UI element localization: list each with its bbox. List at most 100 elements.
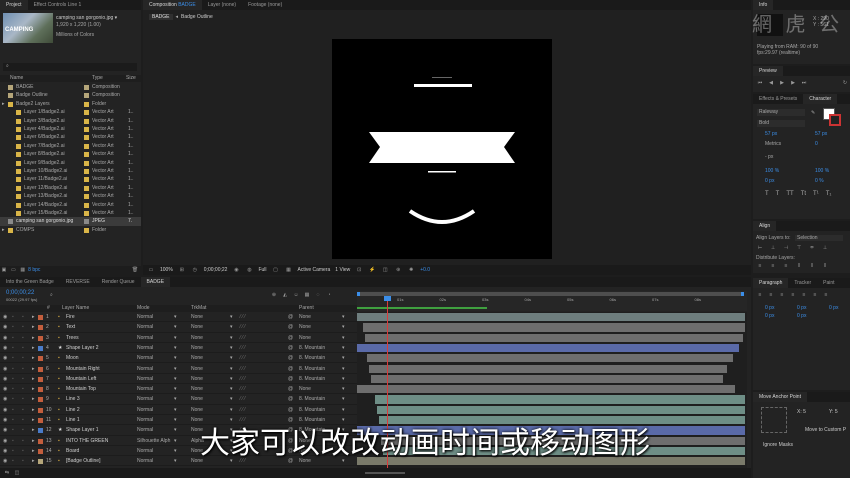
visibility-eye-icon[interactable]: ◉ bbox=[3, 405, 7, 414]
project-item[interactable]: Layer 10/Badge2.ai Vector Art 1.. bbox=[0, 167, 141, 175]
chevron-down-icon[interactable]: ▾ bbox=[342, 374, 345, 383]
pickwhip-icon[interactable]: @ bbox=[288, 364, 293, 373]
layer-label-color[interactable] bbox=[38, 397, 43, 403]
last-frame-icon[interactable]: ⏭ bbox=[800, 79, 808, 87]
layer-switches[interactable]: ⁄ ⁄ ⁄ bbox=[240, 364, 245, 373]
label-color-swatch[interactable] bbox=[84, 135, 89, 141]
layer-duration-bar[interactable] bbox=[375, 395, 745, 404]
layer-trkmat-select[interactable]: None bbox=[191, 312, 203, 321]
distribute-hcenter-icon[interactable]: ‖ bbox=[808, 262, 816, 270]
color-channel-icon[interactable]: ◍ bbox=[245, 266, 253, 274]
label-color-swatch[interactable] bbox=[84, 177, 89, 183]
tab-paragraph[interactable]: Paragraph bbox=[753, 278, 789, 288]
pickwhip-icon[interactable]: @ bbox=[288, 353, 293, 362]
layer-duration-bar[interactable] bbox=[363, 323, 745, 332]
para-align-left-icon[interactable]: ≡ bbox=[756, 291, 764, 299]
layer-row[interactable]: ◉ ▪ ▪ ▸ 3 ▪ Trees Normal ▾ None ▾ ⁄ ⁄ ⁄ @ None ▾ bbox=[0, 333, 357, 343]
timeline-icon[interactable]: ◫ bbox=[381, 266, 389, 274]
shy-icon[interactable]: ☺ bbox=[292, 291, 300, 299]
leading-field[interactable]: 57 px bbox=[815, 131, 827, 137]
layer-name[interactable]: Line 3 bbox=[66, 394, 80, 403]
visibility-eye-icon[interactable]: ◉ bbox=[3, 364, 7, 373]
layer-name[interactable]: Mountain Top bbox=[66, 384, 96, 393]
layer-duration-bar[interactable] bbox=[357, 385, 735, 394]
para-justify-center-icon[interactable]: ≡ bbox=[800, 291, 808, 299]
project-item[interactable]: BADGE Composition bbox=[0, 83, 141, 91]
zoom-slider[interactable] bbox=[365, 472, 405, 474]
camera-icon[interactable]: ◉ bbox=[232, 266, 240, 274]
layer-mode-select[interactable]: Normal bbox=[137, 374, 153, 383]
label-color-swatch[interactable] bbox=[84, 101, 89, 107]
toggle-pixel-icon[interactable]: ⊡ bbox=[355, 266, 363, 274]
project-item[interactable]: ▸ Badge2 Layers Folder bbox=[0, 100, 141, 108]
lock-icon[interactable]: ▪ bbox=[22, 333, 24, 342]
baseline-shift-field[interactable]: 0 px bbox=[765, 178, 774, 184]
tab-align[interactable]: Align bbox=[753, 221, 777, 231]
snapshot-icon[interactable]: ◷ bbox=[191, 266, 199, 274]
flowchart-icon[interactable]: ⊕ bbox=[394, 266, 402, 274]
layer-label-color[interactable] bbox=[38, 325, 43, 331]
chevron-down-icon[interactable]: ▾ bbox=[230, 322, 233, 331]
chevron-down-icon[interactable]: ▾ bbox=[342, 364, 345, 373]
solo-icon[interactable]: ▪ bbox=[12, 312, 14, 321]
new-folder-icon[interactable]: ▭ bbox=[9, 266, 17, 274]
eyedropper-icon[interactable]: ✎ bbox=[811, 110, 815, 116]
align-right-icon[interactable]: ⊣ bbox=[782, 244, 790, 252]
tab-preview[interactable]: Preview bbox=[753, 66, 783, 76]
col-parent[interactable]: Parent bbox=[299, 305, 314, 311]
text-style-button[interactable]: T bbox=[765, 191, 769, 197]
lock-icon[interactable]: ▪ bbox=[22, 384, 24, 393]
expand-layer-arrow-icon[interactable]: ▸ bbox=[32, 364, 35, 373]
layer-row[interactable]: ◉ ▪ ▪ ▸ 8 ▪ Mountain Top Normal ▾ None ▾ ⁄ ⁄ ⁄ @ None… bbox=[0, 384, 357, 395]
tab-footage[interactable]: Footage (none) bbox=[242, 0, 288, 10]
layer-trkmat-select[interactable]: None bbox=[191, 405, 203, 414]
layer-name[interactable]: Moon bbox=[66, 353, 79, 362]
text-style-button[interactable]: Tt bbox=[801, 191, 806, 197]
solo-icon[interactable]: ▪ bbox=[12, 364, 14, 373]
timeline-tab[interactable]: Into the Green Badge bbox=[0, 277, 60, 287]
chevron-down-icon[interactable]: ▾ bbox=[174, 405, 177, 414]
project-item[interactable]: Badge Outline Composition bbox=[0, 91, 141, 99]
tab-character[interactable]: Character bbox=[803, 94, 838, 104]
project-item[interactable]: Layer 3/Badge2.ai Vector Art 1.. bbox=[0, 117, 141, 125]
breadcrumb-badge-outline[interactable]: Badge Outline bbox=[181, 14, 213, 20]
expand-layer-arrow-icon[interactable]: ▸ bbox=[32, 333, 35, 342]
visibility-eye-icon[interactable]: ◉ bbox=[3, 384, 7, 393]
col-name[interactable]: Name bbox=[10, 75, 23, 81]
lock-icon[interactable]: ▪ bbox=[22, 312, 24, 321]
kerning-field[interactable]: Metrics bbox=[765, 141, 781, 147]
expand-layer-arrow-icon[interactable]: ▸ bbox=[32, 374, 35, 383]
space-after-field[interactable]: 0 px bbox=[797, 313, 806, 319]
text-style-button[interactable]: T₁ bbox=[826, 191, 832, 197]
label-color-swatch[interactable] bbox=[84, 93, 89, 99]
chevron-down-icon[interactable]: ▾ bbox=[342, 384, 345, 393]
layer-label-color[interactable] bbox=[38, 315, 43, 320]
timeline-tab[interactable]: REVERSE bbox=[60, 277, 96, 287]
space-before-field[interactable]: 0 px bbox=[765, 313, 774, 319]
fast-preview-icon[interactable]: ⚡ bbox=[368, 266, 376, 274]
label-color-swatch[interactable] bbox=[84, 227, 89, 233]
pickwhip-icon[interactable]: @ bbox=[288, 312, 293, 321]
layer-row[interactable]: ◉ ▪ ▪ ▸ 4 ★ Shape Layer 2 Normal ▾ None ▾ ⁄ ⁄ ⁄ @8. … bbox=[0, 343, 357, 354]
distribute-bottom-icon[interactable]: ≡ bbox=[782, 262, 790, 270]
tab-effect-controls[interactable]: Effect Controls Line 1 bbox=[28, 0, 88, 10]
chevron-down-icon[interactable]: ▾ bbox=[174, 343, 177, 352]
layer-parent-select[interactable]: None bbox=[299, 312, 311, 321]
label-color-swatch[interactable] bbox=[84, 219, 89, 225]
tab-project[interactable]: Project bbox=[0, 0, 28, 10]
graph-editor-icon[interactable]: ◔ bbox=[325, 291, 333, 299]
expand-arrow-icon[interactable]: ▸ bbox=[2, 100, 5, 108]
layer-duration-bar[interactable] bbox=[367, 354, 733, 363]
layer-parent-select[interactable]: 8. Mountain bbox=[299, 394, 325, 403]
expand-layer-arrow-icon[interactable]: ▸ bbox=[32, 343, 35, 352]
layer-label-color[interactable] bbox=[38, 387, 43, 393]
layer-duration-bar[interactable] bbox=[371, 374, 723, 384]
grid-icon[interactable]: ⊞ bbox=[178, 266, 186, 274]
layer-duration-bar[interactable] bbox=[369, 364, 727, 373]
layer-trkmat-select[interactable]: None bbox=[191, 364, 203, 373]
chevron-down-icon[interactable]: ▾ bbox=[174, 353, 177, 362]
layer-mode-select[interactable]: Normal bbox=[137, 333, 153, 342]
indent-left-field[interactable]: 0 px bbox=[765, 305, 774, 311]
label-color-swatch[interactable] bbox=[84, 169, 89, 174]
project-item[interactable]: Layer 13/Badge2.ai Vector Art 1.. bbox=[0, 192, 141, 200]
